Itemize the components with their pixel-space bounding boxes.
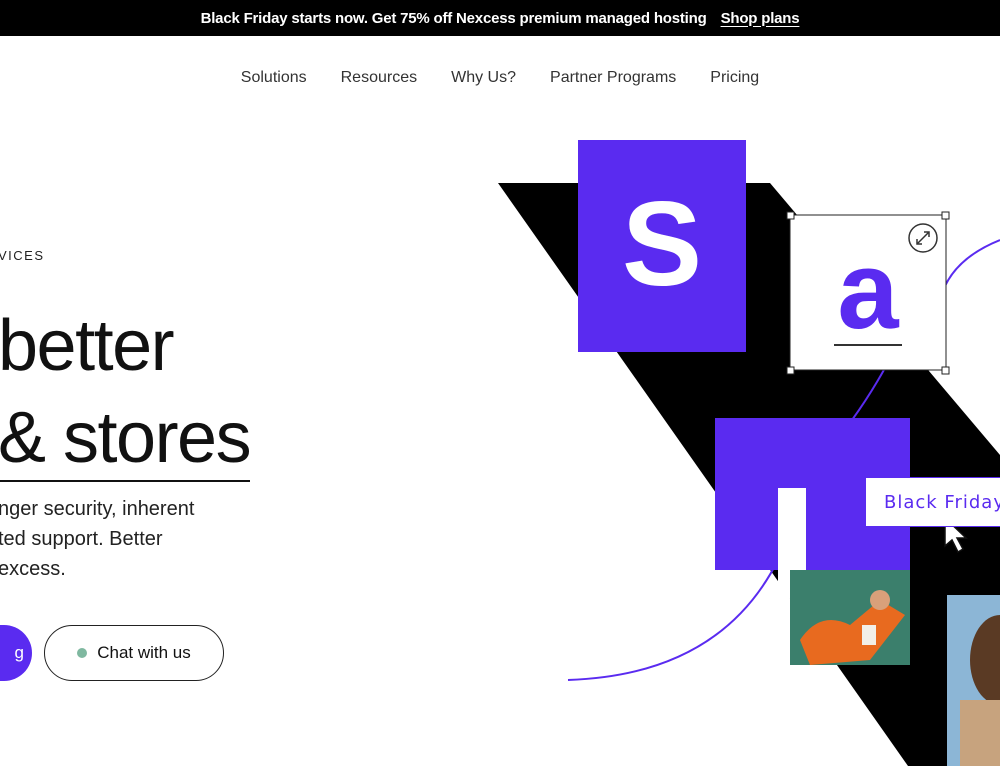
shop-plans-link[interactable]: Shop plans [721, 10, 800, 27]
primary-cta-button[interactable]: g [0, 625, 32, 681]
resize-handle-bl [786, 366, 795, 375]
main-nav: Solutions Resources Why Us? Partner Prog… [0, 60, 1000, 96]
photo-tile-portrait [947, 595, 1000, 766]
expand-icon [908, 223, 938, 253]
black-friday-tag-text: Black Friday [884, 491, 1000, 513]
letter-a: a [837, 229, 899, 352]
hero-subtext: nger security, inherent ted support. Bet… [0, 498, 195, 580]
nav-item-resources[interactable]: Resources [341, 69, 417, 87]
arc-line-bottom [567, 559, 779, 681]
resize-handle-tl [786, 211, 795, 220]
letter-s-tile [578, 140, 746, 352]
nav-item-partner-programs[interactable]: Partner Programs [550, 69, 676, 87]
black-diagonal-shape [498, 183, 1000, 766]
photo-tile-orange-figure [790, 570, 910, 665]
headline-line-1: better [0, 306, 175, 386]
nav-item-solutions[interactable]: Solutions [241, 69, 307, 87]
resize-handle-tr [941, 211, 950, 220]
letter-l-stem [778, 488, 806, 598]
arc-line-middle [851, 367, 886, 421]
nav-item-why-us[interactable]: Why Us? [451, 69, 516, 87]
chat-with-us-button[interactable]: Chat with us [44, 625, 224, 681]
chat-cta-label: Chat with us [97, 643, 191, 662]
resize-handle-br [941, 366, 950, 375]
promo-bar: Black Friday starts now. Get 75% off Nex… [0, 0, 1000, 36]
online-status-icon [77, 648, 88, 658]
letter-l-foot [778, 570, 843, 598]
arc-line-top [939, 239, 1000, 301]
hero-headline: better & stores [0, 300, 252, 484]
letter-a-tile [789, 214, 947, 371]
promo-text: Black Friday starts now. Get 75% off Nex… [200, 9, 707, 27]
letter-s: S [622, 177, 702, 311]
black-friday-tag: Black Friday [865, 477, 1000, 527]
hero-eyebrow: VICES [0, 248, 45, 263]
headline-line-2: & stores [0, 396, 252, 482]
nav-item-pricing[interactable]: Pricing [710, 69, 759, 87]
primary-cta-label: g [14, 643, 24, 662]
